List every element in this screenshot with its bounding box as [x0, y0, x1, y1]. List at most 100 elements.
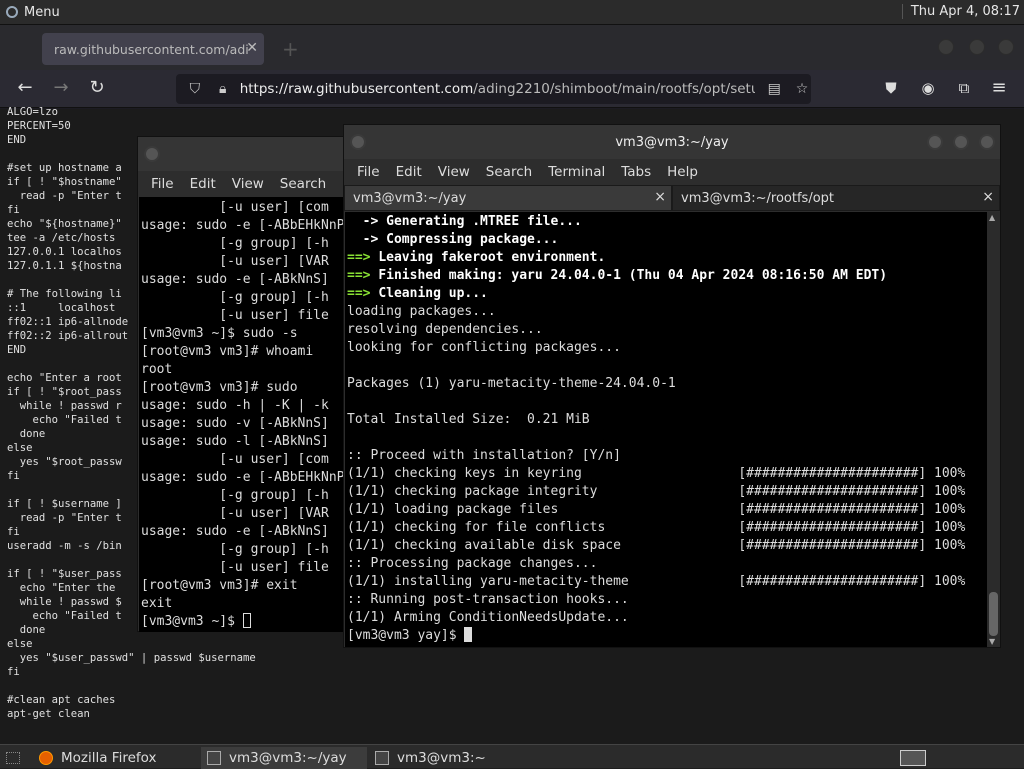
terminal-front-prompt: [vm3@vm3 yay]$	[347, 628, 465, 643]
bookmark-star-icon[interactable]: ☆	[793, 81, 811, 97]
maximize-window-button[interactable]	[969, 39, 985, 55]
taskbar: Mozilla Firefox vm3@vm3:~/yay vm3@vm3:~	[0, 744, 1024, 769]
terminal-cursor	[464, 627, 473, 642]
close-window-button[interactable]	[998, 39, 1014, 55]
menu-search[interactable]: Search	[280, 176, 326, 192]
terminal-line: (1/1) checking package integrity [######…	[347, 484, 965, 499]
workspace-switcher[interactable]	[894, 747, 926, 769]
menu-button[interactable]: Menu	[0, 5, 60, 20]
menu-help[interactable]: Help	[667, 164, 698, 180]
terminal-back-titlebar[interactable]	[138, 137, 351, 171]
terminal-line-prefix: ->	[347, 214, 387, 229]
terminal-window-front[interactable]: vm3@vm3:~/yay File Edit View Search Term…	[343, 124, 1001, 648]
scroll-down-icon[interactable]: ▼	[989, 637, 995, 646]
terminal-line-text: (1/1) checking available disk space [###…	[347, 538, 966, 553]
close-tab-icon[interactable]: ×	[982, 189, 994, 205]
terminal-window-back[interactable]: File Edit View Search [-u user] [com usa…	[137, 136, 352, 632]
taskbar-item-firefox[interactable]: Mozilla Firefox	[33, 747, 199, 769]
menu-file[interactable]: File	[357, 164, 380, 180]
minimize-button[interactable]	[927, 134, 943, 150]
terminal-tab-yay[interactable]: vm3@vm3:~/yay ×	[344, 185, 672, 211]
terminal-scrollbar[interactable]: ▲ ▼	[987, 212, 1000, 647]
show-desktop-icon[interactable]	[0, 747, 30, 769]
new-tab-icon[interactable]: +	[282, 37, 299, 61]
terminal-back-prompt: [vm3@vm3 ~]$	[141, 614, 243, 629]
menu-label: Menu	[24, 4, 60, 20]
close-tab-icon[interactable]: ✕	[246, 40, 258, 56]
taskbar-item-terminal-home[interactable]: vm3@vm3:~	[369, 747, 535, 769]
terminal-tab-bar: vm3@vm3:~/yay × vm3@vm3:~/rootfs/opt ×	[344, 185, 1000, 211]
terminal-line-text: Cleaning up...	[378, 286, 488, 301]
terminal-line: (1/1) checking for file conflicts [#####…	[347, 520, 965, 535]
scroll-up-icon[interactable]: ▲	[989, 213, 995, 222]
reload-icon[interactable]: ↻	[86, 78, 108, 98]
terminal-tab-rootfs[interactable]: vm3@vm3:~/rootfs/opt ×	[672, 185, 1000, 211]
url-bar[interactable]: ⛉ 🔒︎ https://raw.githubusercontent.com/a…	[176, 74, 811, 104]
taskbar-item-terminal-yay[interactable]: vm3@vm3:~/yay	[201, 747, 367, 769]
terminal-line: Packages (1) yaru-metacity-theme-24.04.0…	[347, 376, 676, 391]
terminal-tab-label: vm3@vm3:~/yay	[353, 190, 467, 206]
browser-tab-title: raw.githubusercontent.com/adi	[54, 41, 249, 57]
menu-view[interactable]: View	[438, 164, 470, 180]
terminal-line: looking for conflicting packages...	[347, 340, 621, 355]
terminal-line-prefix: ->	[347, 232, 387, 247]
terminal-front-menu-icon[interactable]	[350, 134, 366, 150]
terminal-front-titlebar[interactable]: vm3@vm3:~/yay	[344, 125, 1000, 159]
terminal-icon	[375, 751, 389, 765]
terminal-line: -> Compressing package...	[347, 232, 559, 247]
menu-edit[interactable]: Edit	[396, 164, 422, 180]
url-path: /ading2210/shimboot/main/rootfs/opt/setu…	[473, 81, 756, 97]
terminal-front-output[interactable]: -> Generating .MTREE file... -> Compress…	[345, 212, 987, 647]
terminal-line-text: (1/1) installing yaru-metacity-theme [##…	[347, 574, 966, 589]
terminal-line-text: resolving dependencies...	[347, 322, 543, 337]
terminal-line: Total Installed Size: 0.21 MiB	[347, 412, 590, 427]
terminal-line-prefix: ==>	[347, 286, 379, 301]
url-host: https://raw.githubusercontent.com	[239, 81, 474, 97]
account-icon[interactable]: ◉	[917, 78, 939, 98]
forward-icon[interactable]: →	[50, 78, 72, 98]
reader-view-icon[interactable]: ▤	[765, 81, 783, 97]
extensions-icon[interactable]: ⧉	[953, 78, 975, 98]
scrollbar-thumb[interactable]	[989, 592, 998, 636]
pocket-icon[interactable]: ⛊	[880, 78, 902, 98]
terminal-back-text: [-u user] [com usage: sudo -e [-ABbEHkNn…	[141, 200, 352, 611]
hamburger-menu-icon[interactable]: ≡	[988, 78, 1010, 98]
terminal-line: ==> Cleaning up...	[347, 286, 488, 301]
terminal-back-menu-icon[interactable]	[144, 146, 160, 162]
desktop-grid-icon	[6, 752, 20, 764]
browser-tab[interactable]: raw.githubusercontent.com/adi ✕	[42, 33, 264, 65]
clock[interactable]: Thu Apr 4, 08:17	[901, 4, 1020, 19]
nav-toolbar: ← → ↻ ⛉ 🔒︎ https://raw.githubusercontent…	[0, 70, 1024, 108]
terminal-line-text: Packages (1) yaru-metacity-theme-24.04.0…	[347, 376, 676, 391]
terminal-line: :: Processing package changes...	[347, 556, 597, 571]
terminal-line: (1/1) Arming ConditionNeedsUpdate...	[347, 610, 629, 625]
lock-icon[interactable]: 🔒︎	[214, 81, 232, 97]
top-panel: Menu Thu Apr 4, 08:17	[0, 0, 1024, 25]
tab-strip: raw.githubusercontent.com/adi ✕ +	[0, 25, 1024, 70]
terminal-line-text: loading packages...	[347, 304, 496, 319]
menu-file[interactable]: File	[151, 176, 174, 192]
terminal-line-text: (1/1) checking keys in keyring [########…	[347, 466, 966, 481]
terminal-line-text: Total Installed Size: 0.21 MiB	[347, 412, 590, 427]
terminal-line-text: (1/1) checking for file conflicts [#####…	[347, 520, 966, 535]
terminal-line: (1/1) installing yaru-metacity-theme [##…	[347, 574, 965, 589]
shield-icon[interactable]: ⛉	[186, 81, 204, 97]
close-button[interactable]	[979, 134, 995, 150]
firefox-icon	[39, 751, 53, 765]
menu-terminal[interactable]: Terminal	[548, 164, 605, 180]
menu-search[interactable]: Search	[486, 164, 532, 180]
menu-edit[interactable]: Edit	[190, 176, 216, 192]
url-text[interactable]: https://raw.githubusercontent.com/ading2…	[240, 81, 756, 97]
back-icon[interactable]: ←	[14, 78, 36, 98]
terminal-line-prefix: ==>	[347, 250, 379, 265]
close-tab-icon[interactable]: ×	[654, 189, 666, 205]
terminal-line-text: looking for conflicting packages...	[347, 340, 621, 355]
terminal-line: resolving dependencies...	[347, 322, 543, 337]
menu-view[interactable]: View	[232, 176, 264, 192]
minimize-window-button[interactable]	[938, 39, 954, 55]
terminal-line: (1/1) loading package files [###########…	[347, 502, 965, 517]
terminal-back-output[interactable]: [-u user] [com usage: sudo -e [-ABbEHkNn…	[139, 197, 352, 632]
terminal-tab-label: vm3@vm3:~/rootfs/opt	[681, 190, 835, 206]
maximize-button[interactable]	[953, 134, 969, 150]
menu-tabs[interactable]: Tabs	[621, 164, 651, 180]
